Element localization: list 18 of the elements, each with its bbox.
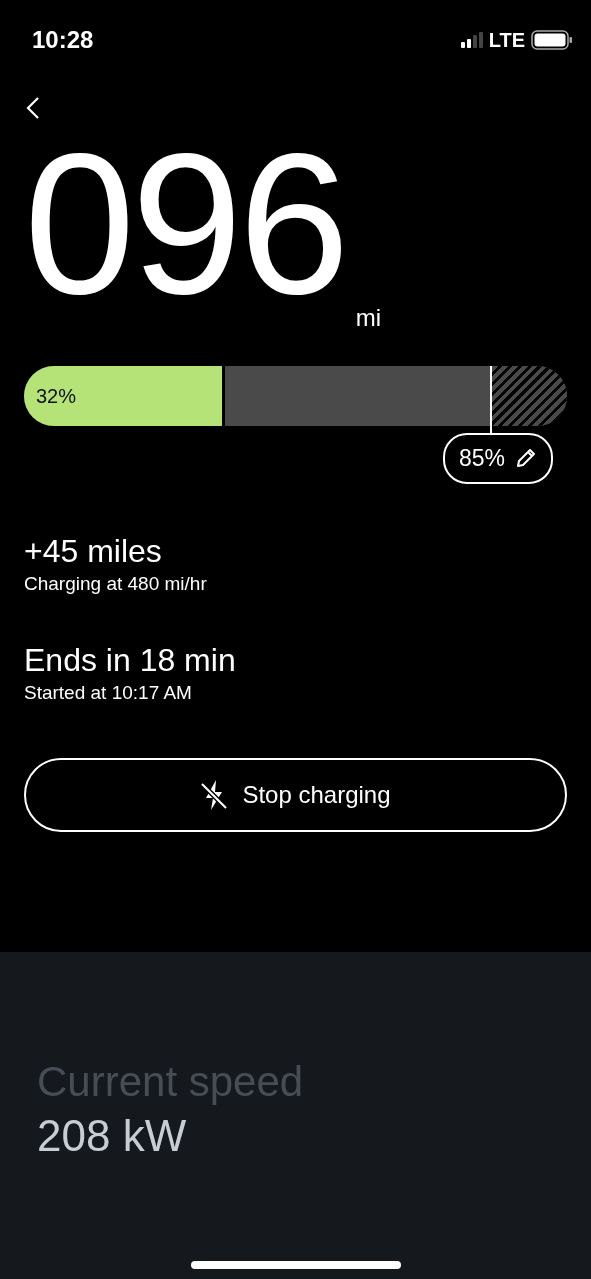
stat-subtitle: Started at 10:17 AM [24, 681, 193, 706]
stat-subtitle: Charging at 480 mi/hr [24, 572, 208, 597]
speed-label: Current speed [37, 1057, 305, 1107]
battery-percent: 32% [36, 384, 77, 409]
range-value: 096 [24, 124, 346, 324]
status-time: 10:28 [32, 25, 94, 55]
speed-value: 208 kW [37, 1110, 188, 1163]
charge-limit-button[interactable]: 85% [442, 433, 553, 484]
back-icon[interactable] [26, 96, 40, 120]
range-unit: mi [355, 303, 382, 333]
stop-charging-button[interactable]: Stop charging [24, 757, 567, 832]
battery-icon [531, 30, 573, 50]
stat-title: +45 miles [24, 532, 163, 571]
stat-title: Ends in 18 min [24, 640, 237, 680]
signal-icon [460, 32, 483, 48]
network-label: LTE [488, 28, 525, 53]
pencil-icon [515, 447, 537, 470]
limit-marker[interactable] [489, 366, 492, 434]
